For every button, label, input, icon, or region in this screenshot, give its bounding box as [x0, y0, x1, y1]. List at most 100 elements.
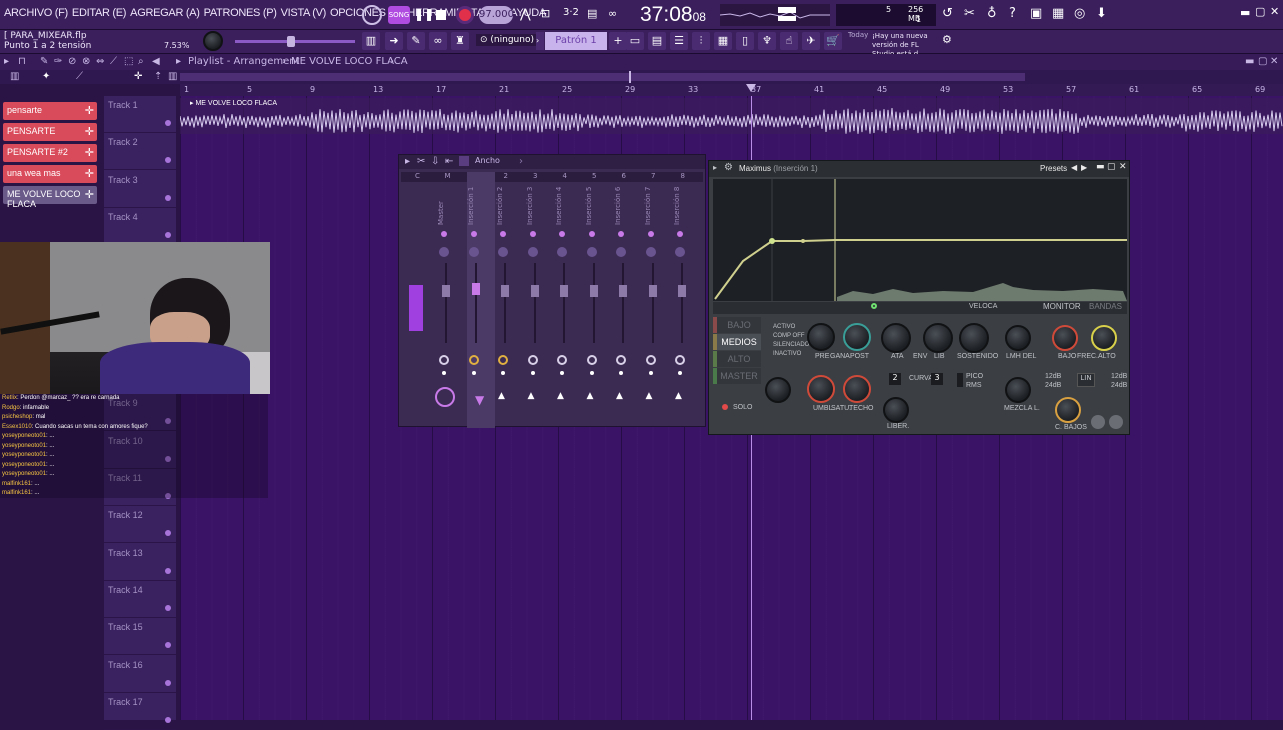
playlist-menu-icon[interactable]: ▸	[4, 56, 9, 67]
menu-agregar[interactable]: AGREGAR (A)	[130, 7, 200, 19]
metronome-icon[interactable]: ⋀	[520, 7, 531, 22]
touch-icon[interactable]: ☝	[780, 32, 798, 50]
timeline-ruler[interactable]: 1 5 9 13 17 21 25 29 33 37 41 45 49 53 57 61 65 69	[180, 84, 1283, 96]
release-knob[interactable]	[923, 323, 953, 353]
close-icon[interactable]: ✕	[1270, 5, 1279, 18]
delete-icon[interactable]: ⊘	[68, 56, 76, 67]
channel-record-icon[interactable]	[439, 355, 449, 365]
playlist-minimize-icon[interactable]: ▬	[1245, 56, 1254, 67]
monitor-tab[interactable]: MONITOR	[1043, 302, 1081, 311]
mode-silenciado[interactable]: SILENCIADO	[773, 341, 809, 350]
pattern-item[interactable]: una wea mas ✛	[3, 165, 97, 183]
track-header[interactable]: Track 3	[104, 171, 176, 208]
channel-route-dot-icon[interactable]	[530, 371, 535, 375]
mixer-layout-icon[interactable]	[459, 156, 469, 166]
arrow-up-icon[interactable]: ⇡	[154, 71, 162, 82]
send-arrow-icon[interactable]: ▼	[475, 393, 484, 407]
playlist-close-icon[interactable]: ✕	[1270, 56, 1278, 67]
zoom-out-icon[interactable]	[1091, 415, 1105, 429]
select-icon[interactable]: ⬚	[124, 56, 133, 67]
playlist-maximize-icon[interactable]: ▢	[1258, 56, 1267, 67]
chat-icon[interactable]: ◎	[1074, 6, 1085, 21]
slice-icon[interactable]: ⟋	[110, 56, 117, 67]
mixer-channel-number[interactable]: C	[415, 172, 420, 180]
maximus-gear-icon[interactable]: ⚙	[724, 162, 733, 173]
channel-fader-track[interactable]	[589, 263, 598, 343]
channel-enable-led-icon[interactable]	[559, 231, 565, 237]
channel-send-arrow-icon[interactable]: ▲	[557, 391, 564, 401]
mixer-strip[interactable]: Inserción 7 ▲	[642, 185, 666, 425]
channel-fader-track[interactable]	[678, 263, 686, 343]
track-mute-led-icon[interactable]	[165, 642, 171, 649]
pre-knob[interactable]	[807, 323, 835, 351]
channel-pan-knob[interactable]	[527, 247, 538, 257]
arrangement-arrow-icon[interactable]: ▸	[176, 56, 181, 67]
track-header[interactable]: Track 16	[104, 656, 176, 693]
audio-icon[interactable]: ✦	[42, 71, 50, 82]
menu-archivo[interactable]: ARCHIVO (F)	[4, 7, 68, 19]
maximus-minimize-icon[interactable]: ▬	[1096, 162, 1105, 172]
channel-send-arrow-icon[interactable]: ▲	[587, 391, 594, 401]
channel-pan-knob[interactable]	[616, 247, 626, 257]
channel-route-dot-icon[interactable]	[560, 371, 564, 375]
mixer-channel-number[interactable]: 2	[504, 172, 508, 180]
grid-icon[interactable]: ▥	[168, 71, 177, 82]
channel-pan-knob[interactable]	[645, 247, 656, 257]
channel-record-icon[interactable]	[645, 355, 656, 365]
stop-icon[interactable]	[436, 10, 446, 20]
play-icon[interactable]: ❚❚	[414, 7, 434, 23]
wait-icon[interactable]: ⊡	[541, 7, 550, 20]
channel-fader-track[interactable]	[442, 263, 450, 343]
channel-pan-knob[interactable]	[498, 247, 508, 257]
zoom-in-icon[interactable]	[1109, 415, 1123, 429]
channel-enable-led-icon[interactable]	[647, 231, 654, 237]
mixer-channel-number[interactable]: 7	[651, 172, 655, 180]
snap-select[interactable]: ⊙ (ninguno)	[476, 34, 538, 46]
channel-pan-knob[interactable]	[468, 247, 479, 257]
mixer-strip[interactable]: Inserción 3 ▲	[524, 185, 548, 425]
channel-route-dot-icon[interactable]	[442, 371, 446, 375]
arrow-tool-icon[interactable]: ➜	[385, 32, 403, 50]
news-settings-icon[interactable]: ⚙	[942, 33, 952, 46]
band-button[interactable]: MASTER	[713, 368, 761, 384]
pattern-item[interactable]: pensarte ✛	[3, 102, 97, 120]
menu-vista[interactable]: VISTA (V)	[281, 7, 327, 19]
mode-activo[interactable]: ACTIVO	[773, 323, 809, 332]
pattern-item[interactable]: PENSARTE #2 ✛	[3, 144, 97, 162]
mixer-channel-number[interactable]: M	[445, 172, 451, 180]
channel-fader-track[interactable]	[501, 263, 509, 343]
preset-prev-icon[interactable]: ◀	[1071, 163, 1077, 172]
channel-enable-led-icon[interactable]	[470, 231, 477, 237]
sustain-knob[interactable]	[959, 323, 989, 353]
download-icon[interactable]: ⬇	[1096, 6, 1107, 21]
track-mute-led-icon[interactable]	[165, 604, 171, 611]
slip-icon[interactable]: ⇔	[96, 56, 104, 67]
pattern-item[interactable]: PENSARTE ✛	[3, 123, 97, 141]
master-volume-knob[interactable]	[203, 31, 223, 51]
mixer-tools-icon[interactable]: ✂	[417, 156, 425, 167]
step-edit-icon[interactable]: ▤	[587, 7, 597, 20]
channel-send-arrow-icon[interactable]: ▲	[675, 391, 682, 401]
channel-fader-track[interactable]	[619, 263, 627, 343]
low-band-knob[interactable]	[1052, 325, 1078, 351]
channel-pan-knob[interactable]	[675, 247, 685, 257]
channel-fader-handle[interactable]	[619, 285, 627, 297]
pattern-add-icon[interactable]: ✛	[85, 125, 94, 138]
pattern-add-icon[interactable]: ✛	[85, 104, 94, 117]
channel-fader-handle[interactable]	[530, 285, 539, 297]
channel-fader-handle[interactable]	[471, 283, 480, 295]
automation-icon[interactable]: ⟋	[76, 71, 83, 82]
picker-icon[interactable]: ▥	[10, 71, 19, 82]
mixer-view-icon[interactable]: ⫶	[692, 32, 710, 50]
lin-toggle[interactable]: LIN	[1077, 373, 1095, 387]
channel-send-arrow-icon[interactable]: ▲	[646, 391, 653, 401]
master-pitch-slider[interactable]	[235, 36, 355, 47]
maximus-close-icon[interactable]: ✕	[1119, 162, 1127, 172]
channel-send-arrow-icon[interactable]: ▲	[616, 391, 623, 401]
band-button[interactable]: MEDIOS	[713, 334, 761, 350]
preset-next-icon[interactable]: ▶	[1081, 163, 1087, 172]
track-mute-led-icon[interactable]	[165, 120, 171, 126]
channel-record-icon[interactable]	[527, 355, 538, 365]
playhead-marker-icon[interactable]	[746, 84, 756, 92]
menu-editar[interactable]: EDITAR (E)	[72, 7, 127, 19]
